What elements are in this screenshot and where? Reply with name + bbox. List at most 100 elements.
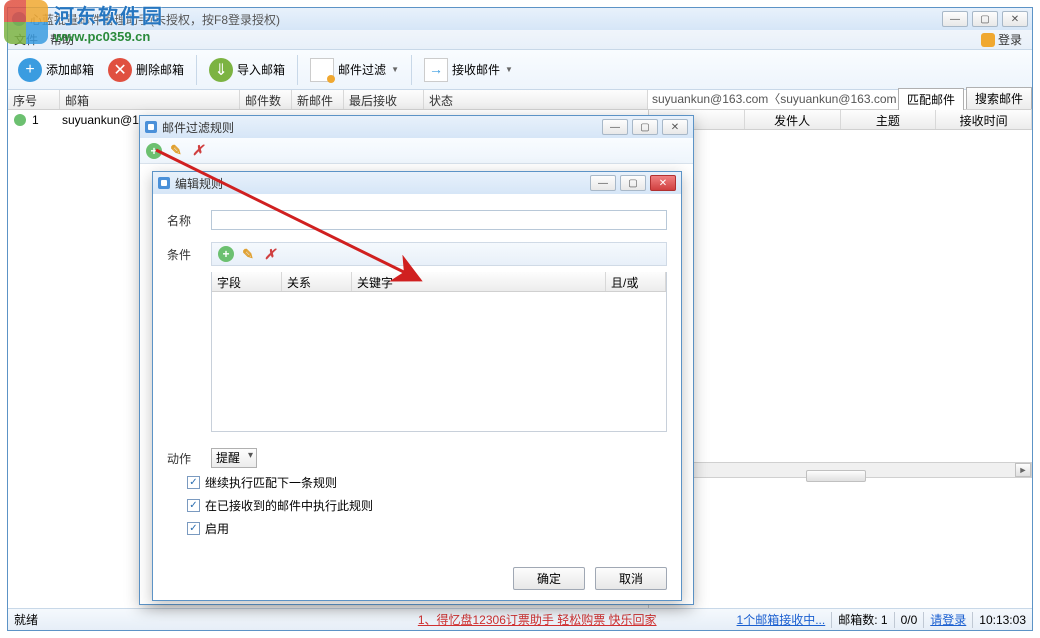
chevron-down-icon: ▼ (505, 65, 513, 74)
action-selected: 提醒 (216, 451, 240, 465)
action-select[interactable]: 提醒 (211, 448, 257, 468)
edit-condition-icon[interactable]: ✎ (240, 246, 256, 262)
col-sender[interactable]: 发件人 (745, 110, 841, 129)
filter-icon (310, 58, 334, 82)
tabs-prelabel: suyuankun@163.com〈suyuankun@163.com〉的邮件 (648, 88, 896, 109)
toolbar-separator (196, 55, 197, 85)
checkbox-continue-label: 继续执行匹配下一条规则 (205, 474, 337, 491)
status-mailbox-count: 邮箱数: 1 (838, 611, 887, 628)
add-condition-icon[interactable]: + (218, 246, 234, 262)
chevron-down-icon: ▼ (391, 65, 399, 74)
maximize-button[interactable]: ▢ (972, 11, 998, 27)
action-label: 动作 (167, 450, 203, 467)
col-relation[interactable]: 关系 (282, 272, 352, 291)
statusbar: 就绪 1、得忆盘12306订票助手 轻松购票 快乐回家 1个邮箱接收中... 邮… (8, 608, 1032, 630)
delete-rule-icon[interactable]: ✗ (190, 143, 206, 159)
col-newmail[interactable]: 新邮件 (292, 90, 344, 109)
status-please-login[interactable]: 请登录 (930, 611, 966, 628)
toolbar: + 添加邮箱 ✕ 删除邮箱 ⇓ 导入邮箱 邮件过滤 ▼ 接收邮件 ▼ (8, 50, 1032, 90)
add-mailbox-button[interactable]: + 添加邮箱 (12, 56, 100, 84)
right-grid-header: 发件人 主题 接收时间 (649, 110, 1032, 130)
col-recvtime[interactable]: 接收时间 (936, 110, 1032, 129)
col-andor[interactable]: 且/或 (606, 272, 666, 291)
cancel-button[interactable]: 取消 (595, 567, 667, 590)
minimize-button[interactable]: — (602, 119, 628, 135)
scroll-thumb[interactable] (806, 470, 866, 482)
mail-filter-label: 邮件过滤 (338, 61, 386, 78)
col-status[interactable]: 状态 (424, 90, 648, 109)
scroll-right-icon[interactable]: ► (1015, 463, 1031, 477)
checkbox-continue-row[interactable]: ✓ 继续执行匹配下一条规则 (187, 474, 667, 491)
checkbox-icon: ✓ (187, 522, 200, 535)
edit-dialog-title: 编辑规则 (175, 175, 590, 192)
minimize-button[interactable]: — (590, 175, 616, 191)
login-link[interactable]: 登录 (981, 31, 1022, 48)
status-ready: 就绪 (14, 611, 38, 628)
menu-file[interactable]: 文件 (14, 31, 38, 48)
maximize-button[interactable]: ▢ (632, 119, 658, 135)
tab-search-mail[interactable]: 搜索邮件 (966, 87, 1032, 109)
minimize-button[interactable]: — (942, 11, 968, 27)
close-button[interactable]: ✕ (1002, 11, 1028, 27)
filter-dialog-toolbar: + ✎ ✗ (140, 138, 693, 164)
checkbox-enabled-row[interactable]: ✓ 启用 (187, 520, 667, 537)
right-panel: 发件人 主题 接收时间 ◄ ► (648, 110, 1032, 608)
filter-dialog-title: 邮件过滤规则 (162, 119, 602, 136)
name-label: 名称 (167, 212, 203, 229)
receive-mail-button[interactable]: 接收邮件 ▼ (418, 56, 519, 84)
status-clock: 10:13:03 (979, 613, 1026, 627)
status-dot-icon (14, 114, 26, 126)
col-mailbox[interactable]: 邮箱 (60, 90, 240, 109)
dialog-icon (145, 121, 157, 133)
plus-icon: + (18, 58, 42, 82)
col-keyword[interactable]: 关键字 (352, 272, 606, 291)
receive-mail-label: 接收邮件 (452, 61, 500, 78)
add-mailbox-label: 添加邮箱 (46, 61, 94, 78)
ok-button[interactable]: 确定 (513, 567, 585, 590)
receive-icon (424, 58, 448, 82)
delete-mailbox-button[interactable]: ✕ 删除邮箱 (102, 56, 190, 84)
menu-help[interactable]: 帮助 (50, 31, 74, 48)
status-unread: 0/0 (901, 613, 918, 627)
rule-name-input[interactable] (211, 210, 667, 230)
status-promo-link[interactable]: 1、得忆盘12306订票助手 轻松购票 快乐回家 (418, 611, 657, 628)
status-receiving-link[interactable]: 1个邮箱接收中... (737, 611, 826, 628)
import-mailbox-label: 导入邮箱 (237, 61, 285, 78)
condition-table: 字段 关系 关键字 且/或 (211, 272, 667, 432)
maximize-button[interactable]: ▢ (620, 175, 646, 191)
delete-icon: ✕ (108, 58, 132, 82)
delete-condition-icon[interactable]: ✗ (262, 246, 278, 262)
horizontal-scrollbar[interactable]: ◄ ► (649, 462, 1032, 478)
checkbox-icon: ✓ (187, 476, 200, 489)
checkbox-enabled-label: 启用 (205, 520, 229, 537)
col-lastrecv[interactable]: 最后接收 (344, 90, 424, 109)
add-rule-icon[interactable]: + (146, 143, 162, 159)
col-field[interactable]: 字段 (212, 272, 282, 291)
user-icon (981, 33, 995, 47)
dialog-icon (158, 177, 170, 189)
col-mailcount[interactable]: 邮件数 (240, 90, 292, 109)
col-subject[interactable]: 主题 (841, 110, 937, 129)
delete-mailbox-label: 删除邮箱 (136, 61, 184, 78)
condition-label: 条件 (167, 246, 203, 263)
left-grid-header: 序号 邮箱 邮件数 新邮件 最后接收 状态 (8, 90, 648, 110)
right-tabs: suyuankun@163.com〈suyuankun@163.com〉的邮件 … (648, 90, 1032, 110)
col-seq[interactable]: 序号 (8, 90, 60, 109)
filter-dialog-titlebar[interactable]: 邮件过滤规则 — ▢ ✕ (140, 116, 693, 138)
toolbar-separator (411, 55, 412, 85)
edit-rule-icon[interactable]: ✎ (168, 143, 184, 159)
login-label: 登录 (998, 31, 1022, 48)
import-mailbox-button[interactable]: ⇓ 导入邮箱 (203, 56, 291, 84)
toolbar-separator (297, 55, 298, 85)
close-button[interactable]: ✕ (650, 175, 676, 191)
checkbox-apply-existing-label: 在已接收到的邮件中执行此规则 (205, 497, 373, 514)
menubar: 文件 帮助 登录 (8, 30, 1032, 50)
mail-filter-button[interactable]: 邮件过滤 ▼ (304, 56, 405, 84)
tab-match-mail[interactable]: 匹配邮件 (898, 88, 964, 110)
checkbox-apply-existing-row[interactable]: ✓ 在已接收到的邮件中执行此规则 (187, 497, 667, 514)
import-icon: ⇓ (209, 58, 233, 82)
app-icon (12, 12, 26, 26)
close-button[interactable]: ✕ (662, 119, 688, 135)
edit-dialog-titlebar[interactable]: 编辑规则 — ▢ ✕ (153, 172, 681, 194)
main-titlebar: 心蓝批量邮件管理助手(未授权，按F8登录授权) — ▢ ✕ (8, 8, 1032, 30)
